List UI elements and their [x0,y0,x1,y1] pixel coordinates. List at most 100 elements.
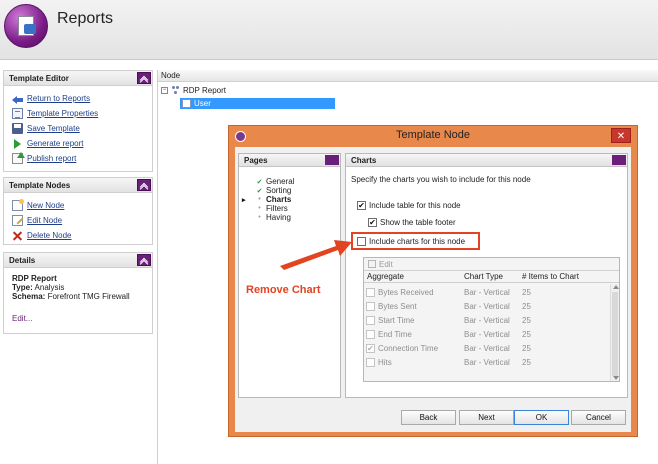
pages-title: Pages [244,156,268,165]
publish-icon [12,152,25,164]
row-checkbox[interactable] [366,316,375,325]
delete-node-link-row[interactable]: Delete Node [12,228,152,243]
dialog-close-button[interactable]: ✕ [611,128,631,143]
grid-edit-button[interactable]: Edit [379,258,393,271]
details-schema-label: Schema: [12,292,46,301]
collapse-template-editor-button[interactable] [137,72,151,84]
pages-panel: Pages ✔ General ✔ Sorting ▸ • Charts • F… [238,153,341,398]
column-header-chart-type[interactable]: Chart Type [464,271,503,283]
column-header-items[interactable]: # Items to Chart [522,271,579,283]
page-item-having[interactable]: • Having [256,213,291,222]
generate-report-link[interactable]: Generate report [27,139,83,148]
show-footer-option[interactable]: ✔ Show the table footer [368,217,456,227]
collapse-node-icon[interactable]: − [161,87,168,94]
show-footer-label: Show the table footer [380,217,456,227]
annotation-highlight-box [351,232,480,250]
bullet-icon: • [258,196,261,203]
row-checkbox[interactable] [366,302,375,311]
table-row[interactable]: Hits Bar - Vertical 25 [364,356,611,370]
new-node-link-row[interactable]: New Node [12,198,152,213]
pages-header-accent [325,155,339,165]
node-column-header: Node [158,70,658,82]
row-checkbox[interactable] [366,288,375,297]
scroll-down-icon[interactable] [613,376,619,380]
app-header: Reports [0,0,658,60]
dialog-title: Template Node [396,129,470,141]
new-node-link[interactable]: New Node [27,201,64,210]
table-row[interactable]: Bytes Received Bar - Vertical 25 [364,286,611,300]
table-row[interactable]: Bytes Sent Bar - Vertical 25 [364,300,611,314]
edit-node-link-row[interactable]: Edit Node [12,213,152,228]
table-row[interactable]: Start Time Bar - Vertical 25 [364,314,611,328]
details-edit-link[interactable]: Edit... [12,314,144,323]
bullet-icon: • [258,214,261,221]
row-checkbox[interactable] [366,358,375,367]
save-template-link-row[interactable]: Save Template [12,121,152,136]
back-arrow-icon [12,93,23,104]
row-items: 25 [522,302,531,311]
include-table-option[interactable]: ✔ Include table for this node [357,200,461,210]
callout-arrow-icon [280,240,352,270]
row-chart-type: Bar - Vertical [464,344,510,353]
details-panel: Details RDP Report Type: Analysis Schema… [3,252,153,334]
row-aggregate: Start Time [378,316,415,325]
row-aggregate: Bytes Received [378,288,434,297]
details-schema-value: Forefront TMG Firewall [47,292,130,301]
page-item-sorting[interactable]: ✔ Sorting [256,186,292,195]
include-table-label: Include table for this node [369,200,461,210]
show-footer-checkbox[interactable]: ✔ [368,217,377,227]
tree-node-rdp-report[interactable]: − RDP Report [161,85,226,96]
tree-node-user[interactable]: User [180,98,335,109]
return-to-reports-link[interactable]: Return to Reports [27,94,90,103]
template-editor-title: Template Editor [9,74,69,83]
publish-report-link-row[interactable]: Publish report [12,151,152,166]
template-nodes-header: Template Nodes [4,178,152,193]
collapse-template-nodes-button[interactable] [137,179,151,191]
row-aggregate: Connection Time [378,344,439,353]
collapse-details-button[interactable] [137,254,151,266]
row-chart-type: Bar - Vertical [464,330,510,339]
publish-report-link[interactable]: Publish report [27,154,76,163]
page-title: Reports [57,10,114,27]
table-row[interactable]: ✔ Connection Time Bar - Vertical 25 [364,342,611,356]
details-report-name: RDP Report [12,274,57,283]
grid-scrollbar[interactable] [610,284,619,381]
generate-report-link-row[interactable]: Generate report [12,136,152,151]
details-header: Details [4,253,152,268]
row-checkbox[interactable]: ✔ [366,344,375,353]
page-item-general[interactable]: ✔ General [256,177,295,186]
row-aggregate: Bytes Sent [378,302,417,311]
page-item-charts[interactable]: ▸ • Charts [242,195,291,204]
return-to-reports-link-row[interactable]: Return to Reports [12,91,152,106]
edit-icon [368,260,376,268]
save-template-link[interactable]: Save Template [27,124,80,133]
back-button[interactable]: Back [401,410,456,425]
column-header-aggregate[interactable]: Aggregate [367,271,404,283]
row-chart-type: Bar - Vertical [464,302,510,311]
details-title: Details [9,256,36,265]
template-nodes-panel: Template Nodes New Node Edit Node Delete… [3,177,153,245]
include-table-checkbox[interactable]: ✔ [357,200,366,210]
page-item-filters[interactable]: • Filters [256,204,288,213]
charts-header: Charts [346,154,627,167]
row-checkbox[interactable] [366,330,375,339]
template-properties-link-row[interactable]: Template Properties [12,106,152,121]
delete-node-link[interactable]: Delete Node [27,231,71,240]
row-chart-type: Bar - Vertical [464,358,510,367]
row-aggregate: Hits [378,358,392,367]
next-button[interactable]: Next [459,410,514,425]
edit-node-link[interactable]: Edit Node [27,216,62,225]
scroll-up-icon[interactable] [613,285,619,289]
row-items: 25 [522,288,531,297]
tree-child-label: User [194,99,211,108]
cancel-button[interactable]: Cancel [571,410,626,425]
pages-header: Pages [239,154,340,167]
scroll-thumb[interactable] [612,292,618,376]
row-aggregate: End Time [378,330,412,339]
page-label-having: Having [266,213,291,222]
page-label-general: General [266,177,295,186]
play-icon [12,138,23,149]
ok-button[interactable]: OK [514,410,569,425]
template-properties-link[interactable]: Template Properties [27,109,98,118]
table-row[interactable]: End Time Bar - Vertical 25 [364,328,611,342]
